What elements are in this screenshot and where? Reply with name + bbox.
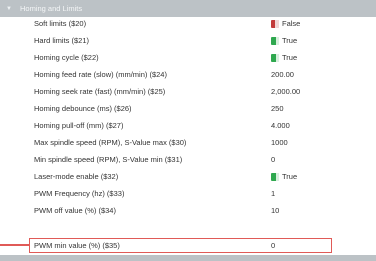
settings-panel: ▼ Homing and Limits Soft limits ($20) Fa… (0, 0, 376, 261)
toggle-on-icon[interactable] (271, 54, 279, 62)
setting-row-soft-limits[interactable]: Soft limits ($20) False (0, 17, 376, 31)
setting-label: Soft limits ($20) (34, 19, 87, 28)
setting-value[interactable]: 2,000.00 (271, 85, 300, 99)
toggle-value-text: True (282, 53, 298, 62)
setting-value[interactable]: 0 (271, 153, 275, 167)
toggle-value-text: True (282, 36, 298, 45)
toggle-value-text: True (282, 172, 298, 181)
setting-label: Homing cycle ($22) (34, 53, 99, 62)
setting-value[interactable]: 4.000 (271, 119, 290, 133)
setting-value[interactable]: 1 (271, 187, 275, 201)
setting-row-laser-mode[interactable]: Laser-mode enable ($32) True (0, 170, 376, 184)
setting-label: Min spindle speed (RPM), S-Value min ($3… (34, 155, 183, 164)
highlight-box (29, 238, 332, 253)
toggle-on-icon[interactable] (271, 37, 279, 45)
setting-row-min-spindle-speed[interactable]: Min spindle speed (RPM), S-Value min ($3… (0, 153, 376, 167)
setting-label: PWM off value (%) ($34) (34, 206, 116, 215)
setting-row-pwm-off-value[interactable]: PWM off value (%) ($34) 10 (0, 204, 376, 218)
section-title: Homing and Limits (20, 4, 83, 13)
toggle-on-icon[interactable] (271, 173, 279, 181)
toggle-value-text: False (282, 19, 301, 28)
setting-label: PWM Frequency (hz) ($33) (34, 189, 125, 198)
setting-row-max-spindle-speed[interactable]: Max spindle speed (RPM), S-Value max ($3… (0, 136, 376, 150)
setting-value[interactable]: 1000 (271, 136, 288, 150)
setting-value[interactable]: 10 (271, 204, 279, 218)
setting-row-homing-feed-rate[interactable]: Homing feed rate (slow) (mm/min) ($24) 2… (0, 68, 376, 82)
setting-label: Homing feed rate (slow) (mm/min) ($24) (34, 70, 167, 79)
setting-value-toggle[interactable]: True (271, 34, 297, 48)
chevron-down-icon[interactable]: ▼ (6, 6, 14, 12)
setting-row-homing-debounce[interactable]: Homing debounce (ms) ($26) 250 (0, 102, 376, 116)
setting-label: Hard limits ($21) (34, 36, 90, 45)
annotation-pointer-line (0, 244, 30, 246)
setting-label: Homing pull-off (mm) ($27) (34, 121, 124, 130)
setting-row-hard-limits[interactable]: Hard limits ($21) True (0, 34, 376, 48)
toggle-off-icon[interactable] (271, 20, 279, 28)
setting-label: Homing debounce (ms) ($26) (34, 104, 132, 113)
setting-value-toggle[interactable]: True (271, 51, 297, 65)
setting-label: Homing seek rate (fast) (mm/min) ($25) (34, 87, 166, 96)
setting-row-homing-pull-off[interactable]: Homing pull-off (mm) ($27) 4.000 (0, 119, 376, 133)
section-header-homing-and-limits[interactable]: ▼ Homing and Limits (0, 0, 376, 17)
bottom-divider (0, 255, 376, 261)
setting-label: Max spindle speed (RPM), S-Value max ($3… (34, 138, 187, 147)
setting-value[interactable]: 200.00 (271, 68, 294, 82)
setting-value[interactable]: 250 (271, 102, 284, 116)
setting-label: Laser-mode enable ($32) (34, 172, 119, 181)
setting-row-homing-cycle[interactable]: Homing cycle ($22) True (0, 51, 376, 65)
setting-row-pwm-frequency[interactable]: PWM Frequency (hz) ($33) 1 (0, 187, 376, 201)
setting-value-toggle[interactable]: True (271, 170, 297, 184)
setting-row-homing-seek-rate[interactable]: Homing seek rate (fast) (mm/min) ($25) 2… (0, 85, 376, 99)
setting-value-toggle[interactable]: False (271, 17, 300, 31)
